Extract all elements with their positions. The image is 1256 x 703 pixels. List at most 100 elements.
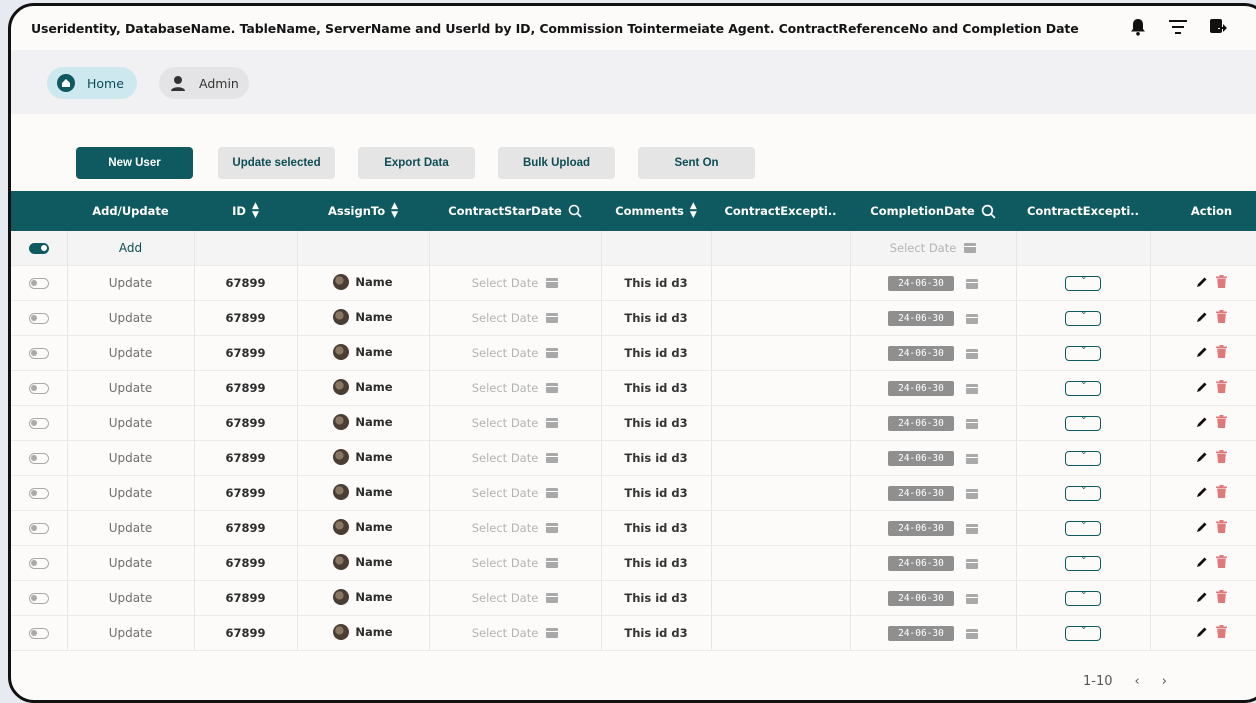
pencil-icon[interactable]	[1196, 346, 1208, 358]
pencil-icon[interactable]	[1196, 521, 1208, 533]
exception-dropdown[interactable]	[1065, 307, 1101, 326]
sort-icon[interactable]: ▲ ▼	[252, 202, 259, 220]
cell-assign[interactable]: Name	[297, 615, 430, 651]
row-toggle[interactable]	[28, 488, 49, 499]
row-select[interactable]	[11, 510, 68, 546]
pencil-icon[interactable]	[1196, 381, 1208, 393]
cell-start[interactable]: Select Date	[429, 300, 602, 336]
cell-completion[interactable]: 24-06-30	[850, 475, 1017, 511]
cell-assign[interactable]: Name	[297, 335, 430, 371]
cell-exception-2[interactable]	[1016, 370, 1151, 406]
exception-dropdown[interactable]	[1065, 447, 1101, 466]
row-toggle[interactable]	[28, 453, 49, 464]
row-select[interactable]	[11, 545, 68, 581]
pencil-icon[interactable]	[1196, 416, 1208, 428]
cell-exception-2[interactable]	[1016, 265, 1151, 301]
row-toggle[interactable]	[28, 628, 49, 639]
row-toggle[interactable]	[28, 593, 49, 604]
cell-completion[interactable]: 24-06-30	[850, 335, 1017, 371]
row-toggle[interactable]	[28, 243, 49, 254]
pencil-icon[interactable]	[1196, 451, 1208, 463]
row-toggle[interactable]	[28, 278, 49, 289]
cell-start[interactable]: Select Date	[429, 545, 602, 581]
row-select[interactable]	[11, 300, 68, 336]
calendar-icon[interactable]	[546, 488, 559, 498]
trash-icon[interactable]	[1216, 555, 1227, 569]
calendar-icon[interactable]	[546, 558, 559, 568]
calendar-icon[interactable]	[546, 593, 559, 603]
search-icon[interactable]	[568, 204, 582, 218]
completion-date-chip[interactable]: 24-06-30	[888, 591, 954, 606]
calendar-icon[interactable]	[546, 383, 559, 393]
trash-icon[interactable]	[1216, 520, 1227, 534]
calendar-icon[interactable]	[965, 383, 978, 394]
cell-assign[interactable]: Name	[297, 475, 430, 511]
cell-exception-2[interactable]	[1016, 405, 1151, 441]
completion-date-chip[interactable]: 24-06-30	[888, 346, 954, 361]
bulk-upload-button[interactable]: Bulk Upload	[498, 147, 615, 179]
completion-date-chip[interactable]: 24-06-30	[888, 381, 954, 396]
trash-icon[interactable]	[1216, 275, 1227, 289]
update-button[interactable]: Update	[67, 370, 195, 406]
update-button[interactable]: Update	[67, 440, 195, 476]
cell-start[interactable]: Select Date	[429, 335, 602, 371]
calendar-icon[interactable]	[965, 628, 978, 639]
trash-icon[interactable]	[1216, 485, 1227, 499]
trash-icon[interactable]	[1216, 380, 1227, 394]
exception-dropdown[interactable]	[1065, 552, 1101, 571]
cell-assign[interactable]: Name	[297, 405, 430, 441]
exception-dropdown[interactable]	[1065, 377, 1101, 396]
cell-completion[interactable]: 24-06-30	[850, 615, 1017, 651]
row-select[interactable]	[11, 440, 68, 476]
sent-on-button[interactable]: Sent On	[638, 147, 755, 179]
header-id[interactable]: ID ▲ ▼	[194, 191, 297, 231]
row-select[interactable]	[11, 335, 68, 371]
calendar-icon[interactable]	[546, 628, 559, 638]
export-icon[interactable]	[1207, 16, 1229, 38]
cell-start[interactable]: Select Date	[429, 370, 602, 406]
cell-assign[interactable]: Name	[297, 440, 430, 476]
next-page-button[interactable]: ›	[1162, 674, 1167, 689]
exception-dropdown[interactable]	[1065, 482, 1101, 501]
export-data-button[interactable]: Export Data	[358, 147, 475, 179]
cell-completion[interactable]: 24-06-30	[850, 265, 1017, 301]
cell-start[interactable]: Select Date	[429, 265, 602, 301]
update-button[interactable]: Update	[67, 475, 195, 511]
row-toggle[interactable]	[28, 313, 49, 324]
cell-exception-2[interactable]	[1016, 510, 1151, 546]
calendar-icon[interactable]	[546, 278, 559, 288]
row-select[interactable]	[11, 231, 68, 266]
completion-date-chip[interactable]: 24-06-30	[888, 521, 954, 536]
cell-completion[interactable]: 24-06-30	[850, 545, 1017, 581]
calendar-icon[interactable]	[965, 523, 978, 534]
update-button[interactable]: Update	[67, 300, 195, 336]
cell-exception-2[interactable]	[1016, 440, 1151, 476]
cell-exception-2[interactable]	[1016, 335, 1151, 371]
update-button[interactable]: Update	[67, 510, 195, 546]
calendar-icon[interactable]	[964, 243, 977, 253]
prev-page-button[interactable]: ‹	[1135, 674, 1140, 689]
row-select[interactable]	[11, 265, 68, 301]
row-toggle[interactable]	[28, 523, 49, 534]
cell-start[interactable]: Select Date	[429, 615, 602, 651]
pencil-icon[interactable]	[1196, 591, 1208, 603]
cell-exception-2[interactable]	[1016, 615, 1151, 651]
trash-icon[interactable]	[1216, 415, 1227, 429]
exception-dropdown[interactable]	[1065, 412, 1101, 431]
cell-completion[interactable]: 24-06-30	[850, 580, 1017, 616]
trash-icon[interactable]	[1216, 345, 1227, 359]
cell-start[interactable]: Select Date	[429, 510, 602, 546]
calendar-icon[interactable]	[965, 348, 978, 359]
cell-completion[interactable]: Select Date	[850, 231, 1017, 266]
calendar-icon[interactable]	[965, 313, 978, 324]
cell-start[interactable]: Select Date	[429, 475, 602, 511]
cell-completion[interactable]: 24-06-30	[850, 370, 1017, 406]
calendar-icon[interactable]	[965, 488, 978, 499]
cell-start[interactable]: Select Date	[429, 580, 602, 616]
trash-icon[interactable]	[1216, 450, 1227, 464]
cell-assign[interactable]: Name	[297, 370, 430, 406]
calendar-icon[interactable]	[546, 453, 559, 463]
header-comments[interactable]: Comments ▲ ▼	[601, 191, 711, 231]
cell-assign[interactable]: Name	[297, 265, 430, 301]
row-toggle[interactable]	[28, 558, 49, 569]
